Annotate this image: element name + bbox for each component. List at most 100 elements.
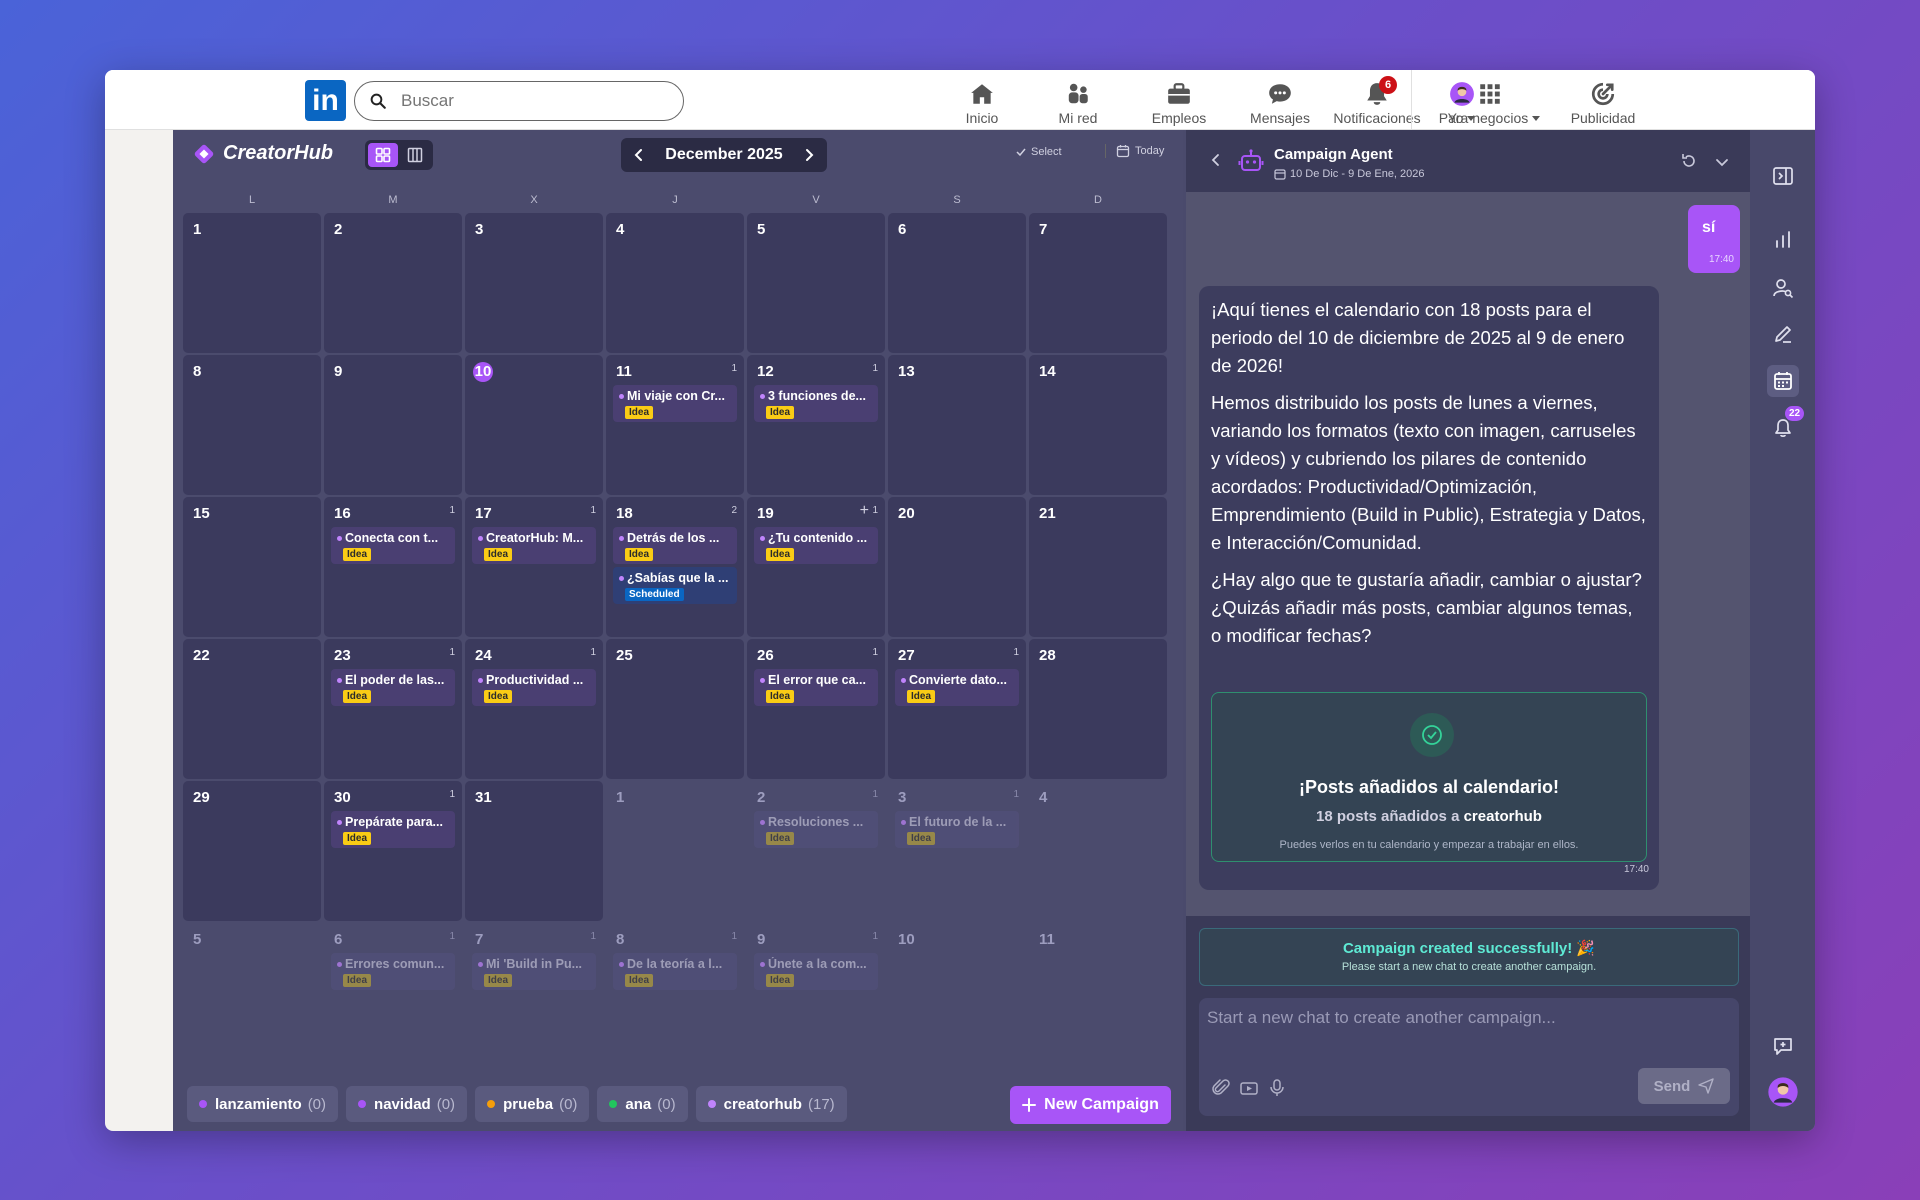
calendar-day-cell[interactable]: 9 <box>324 355 462 495</box>
post-card[interactable]: ¿Sabías que la ... Scheduled <box>613 567 737 604</box>
calendar-day-cell[interactable]: 2 1 Resoluciones ... Idea <box>747 781 885 921</box>
campaign-chip[interactable]: prueba (0) <box>475 1086 590 1122</box>
calendar-day-cell[interactable]: 25 <box>606 639 744 779</box>
post-card[interactable]: Mi viaje con Cr... Idea <box>613 385 737 422</box>
select-button[interactable]: Select <box>1015 146 1062 158</box>
chat-input[interactable] <box>1207 1008 1727 1048</box>
nav-home[interactable]: Inicio <box>947 76 1017 126</box>
post-card[interactable]: Detrás de los ... Idea <box>613 527 737 564</box>
calendar-day-cell[interactable]: 21 <box>1029 497 1167 637</box>
compose-button[interactable] <box>1767 318 1799 350</box>
today-button[interactable]: Today <box>1105 144 1164 158</box>
calendar-day-cell[interactable]: 3 <box>465 213 603 353</box>
chevron-down-icon[interactable] <box>1714 154 1730 170</box>
calendar-day-cell[interactable]: 3 1 El futuro de la ... Idea <box>888 781 1026 921</box>
calendar-day-cell[interactable]: 10 <box>465 355 603 495</box>
nav-advertise[interactable]: Publicidad <box>1548 76 1658 126</box>
chevron-left-icon[interactable] <box>631 147 647 163</box>
send-button[interactable]: Send <box>1638 1068 1730 1104</box>
video-icon[interactable] <box>1239 1078 1259 1098</box>
calendar-day-cell[interactable]: 8 <box>183 355 321 495</box>
calendar-day-cell[interactable]: 4 <box>1029 781 1167 921</box>
calendar-day-cell[interactable]: 9 1 Únete a la com... Idea <box>747 923 885 1063</box>
calendar-day-cell[interactable]: 17 1 CreatorHub: M... Idea <box>465 497 603 637</box>
calendar-day-cell[interactable]: 5 <box>747 213 885 353</box>
calendar-day-cell[interactable]: 1 <box>183 213 321 353</box>
calendar-day-cell[interactable]: 11 1 Mi viaje con Cr... Idea <box>606 355 744 495</box>
calendar-day-cell[interactable]: 6 <box>888 213 1026 353</box>
calendar-day-cell[interactable]: 29 <box>183 781 321 921</box>
post-card[interactable]: Productividad ... Idea <box>472 669 596 706</box>
calendar-day-cell[interactable]: 5 <box>183 923 321 1063</box>
calendar-day-cell[interactable]: 8 1 De la teoría a l... Idea <box>606 923 744 1063</box>
post-card[interactable]: Errores comun... Idea <box>331 953 455 990</box>
post-card[interactable]: Resoluciones ... Idea <box>754 811 878 848</box>
post-card[interactable]: ¿Tu contenido ... Idea <box>754 527 878 564</box>
rail-notifications-button[interactable]: 22 <box>1767 406 1805 444</box>
nav-jobs[interactable]: Empleos <box>1139 76 1219 126</box>
new-chat-button[interactable] <box>1767 1030 1799 1062</box>
post-card[interactable]: El error que ca... Idea <box>754 669 878 706</box>
calendar-day-cell[interactable]: 12 1 3 funciones de... Idea <box>747 355 885 495</box>
post-card[interactable]: El futuro de la ... Idea <box>895 811 1019 848</box>
post-card[interactable]: Prepárate para... Idea <box>331 811 455 848</box>
calendar-day-cell[interactable]: 27 1 Convierte dato... Idea <box>888 639 1026 779</box>
post-card[interactable]: Conecta con t... Idea <box>331 527 455 564</box>
calendar-day-cell[interactable]: 7 1 Mi 'Build in Pu... Idea <box>465 923 603 1063</box>
calendar-day-cell[interactable]: 4 <box>606 213 744 353</box>
chevron-left-icon[interactable] <box>1208 152 1224 168</box>
chevron-right-icon[interactable] <box>801 147 817 163</box>
post-card[interactable]: Mi 'Build in Pu... Idea <box>472 953 596 990</box>
calendar-day-cell[interactable]: 28 <box>1029 639 1167 779</box>
calendar-day-cell[interactable]: 1 <box>606 781 744 921</box>
calendar-day-cell[interactable]: 22 <box>183 639 321 779</box>
brand[interactable]: CreatorHub <box>193 142 333 165</box>
post-card[interactable]: El poder de las... Idea <box>331 669 455 706</box>
refresh-icon[interactable] <box>1680 152 1698 170</box>
analytics-button[interactable] <box>1767 224 1799 256</box>
new-campaign-button[interactable]: New Campaign <box>1010 1086 1171 1124</box>
nav-business[interactable]: Para negocios <box>1425 76 1555 126</box>
add-post-icon[interactable]: + <box>860 502 869 520</box>
nav-notifications[interactable]: 6 Notificaciones <box>1325 76 1429 126</box>
calendar-day-cell[interactable]: 24 1 Productividad ... Idea <box>465 639 603 779</box>
calendar-day-cell[interactable]: 10 <box>888 923 1026 1063</box>
collapse-panel-button[interactable] <box>1767 160 1799 192</box>
calendar-day-cell[interactable]: 23 1 El poder de las... Idea <box>324 639 462 779</box>
paperclip-icon[interactable] <box>1211 1078 1231 1098</box>
calendar-button[interactable] <box>1767 365 1799 397</box>
calendar-day-cell[interactable]: 13 <box>888 355 1026 495</box>
linkedin-logo[interactable]: in <box>305 80 346 121</box>
user-avatar[interactable] <box>1767 1076 1799 1108</box>
search-input[interactable] <box>401 91 661 111</box>
calendar-day-cell[interactable]: 15 <box>183 497 321 637</box>
campaign-chip[interactable]: ana (0) <box>597 1086 688 1122</box>
profile-search-button[interactable] <box>1767 272 1799 304</box>
campaign-chip[interactable]: creatorhub (17) <box>695 1086 847 1122</box>
campaign-chip[interactable]: navidad (0) <box>346 1086 468 1122</box>
columns-view-button[interactable] <box>401 143 431 167</box>
calendar-day-cell[interactable]: 14 <box>1029 355 1167 495</box>
calendar-day-cell[interactable]: 30 1 Prepárate para... Idea <box>324 781 462 921</box>
calendar-day-cell[interactable]: 7 <box>1029 213 1167 353</box>
calendar-day-cell[interactable]: 6 1 Errores comun... Idea <box>324 923 462 1063</box>
calendar-day-cell[interactable]: 26 1 El error que ca... Idea <box>747 639 885 779</box>
calendar-day-cell[interactable]: 20 <box>888 497 1026 637</box>
grid-view-button[interactable] <box>368 143 398 167</box>
post-card[interactable]: CreatorHub: M... Idea <box>472 527 596 564</box>
nav-network[interactable]: Mi red <box>1038 76 1118 126</box>
calendar-day-cell[interactable]: 2 <box>324 213 462 353</box>
nav-messages[interactable]: Mensajes <box>1240 76 1320 126</box>
post-card[interactable]: De la teoría a l... Idea <box>613 953 737 990</box>
post-card[interactable]: 3 funciones de... Idea <box>754 385 878 422</box>
calendar-day-cell[interactable]: 31 <box>465 781 603 921</box>
search-bar[interactable] <box>354 81 684 121</box>
microphone-icon[interactable] <box>1267 1078 1287 1098</box>
post-card[interactable]: Únete a la com... Idea <box>754 953 878 990</box>
calendar-day-cell[interactable]: 16 1 Conecta con t... Idea <box>324 497 462 637</box>
calendar-day-cell[interactable]: 11 <box>1029 923 1167 1063</box>
calendar-day-cell[interactable]: 19 1 + ¿Tu contenido ... Idea <box>747 497 885 637</box>
campaign-chip[interactable]: lanzamiento (0) <box>187 1086 339 1122</box>
calendar-day-cell[interactable]: 18 2 Detrás de los ... Idea ¿Sabías que la .… <box>606 497 744 637</box>
post-card[interactable]: Convierte dato... Idea <box>895 669 1019 706</box>
